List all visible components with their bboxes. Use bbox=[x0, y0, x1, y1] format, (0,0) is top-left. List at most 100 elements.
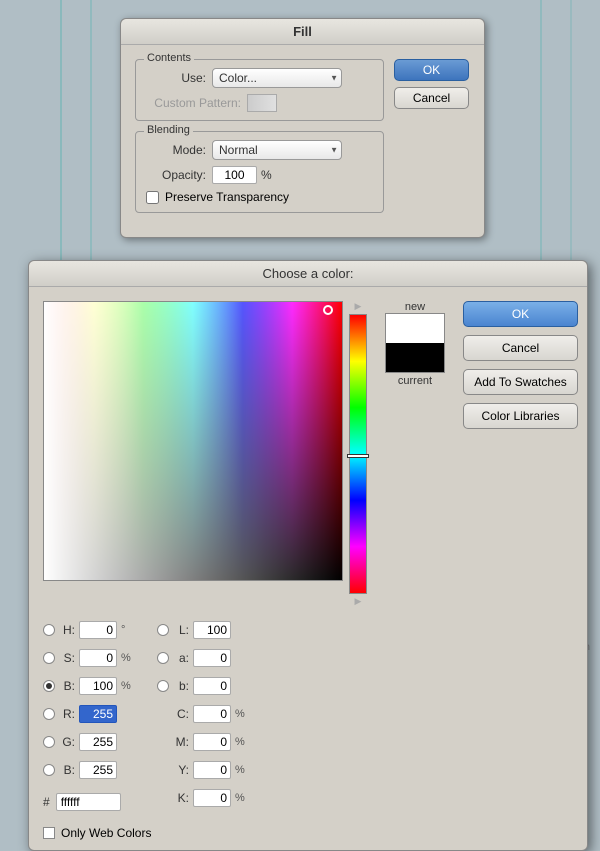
fill-cancel-button[interactable]: Cancel bbox=[394, 87, 469, 109]
s-input[interactable] bbox=[79, 649, 117, 667]
spectrum-area[interactable] bbox=[43, 301, 343, 581]
s-radio[interactable] bbox=[43, 652, 55, 664]
spectrum-overlay bbox=[44, 302, 342, 580]
b3-radio[interactable] bbox=[157, 680, 169, 692]
color-cancel-button[interactable]: Cancel bbox=[463, 335, 578, 361]
hex-row: # bbox=[43, 793, 133, 811]
b2-input[interactable] bbox=[79, 761, 117, 779]
h-label: H: bbox=[59, 623, 75, 637]
opacity-unit: % bbox=[261, 168, 272, 182]
b2-label: B: bbox=[59, 763, 75, 777]
preview-new bbox=[386, 314, 444, 343]
b-row: B: % bbox=[43, 677, 133, 695]
only-web-colors-label: Only Web Colors bbox=[61, 826, 151, 840]
b-input[interactable] bbox=[79, 677, 117, 695]
g-input[interactable] bbox=[79, 733, 117, 751]
m-label: M: bbox=[173, 735, 189, 749]
b-label: B: bbox=[59, 679, 75, 693]
y-input[interactable] bbox=[193, 761, 231, 779]
s-label: S: bbox=[59, 651, 75, 665]
h-radio[interactable] bbox=[43, 624, 55, 636]
opacity-input[interactable] bbox=[212, 166, 257, 184]
g-label: G: bbox=[59, 735, 75, 749]
hue-arrow-top: ▶ bbox=[349, 301, 367, 312]
new-label: new bbox=[405, 301, 425, 313]
mode-label: Mode: bbox=[146, 143, 206, 157]
r-radio[interactable] bbox=[43, 708, 55, 720]
opacity-label: Opacity: bbox=[146, 168, 206, 182]
r-input[interactable] bbox=[79, 705, 117, 723]
b-unit: % bbox=[121, 680, 133, 692]
m-row: M: % bbox=[157, 733, 247, 751]
add-to-swatches-button[interactable]: Add To Swatches bbox=[463, 369, 578, 395]
m-input[interactable] bbox=[193, 733, 231, 751]
preserve-transparency-checkbox[interactable] bbox=[146, 191, 159, 204]
hue-slider-area: ▶ ▶ bbox=[349, 301, 367, 607]
c-row: C: % bbox=[157, 705, 247, 723]
use-select-wrapper: Color... ▼ bbox=[212, 68, 342, 88]
mode-select-wrapper: Normal ▼ bbox=[212, 140, 342, 160]
b3-label: b: bbox=[173, 679, 189, 693]
contents-label: Contents bbox=[144, 52, 194, 64]
hue-arrow-bottom: ▶ bbox=[349, 596, 367, 607]
color-preview-box bbox=[385, 313, 445, 373]
a-input[interactable] bbox=[193, 649, 231, 667]
color-libraries-button[interactable]: Color Libraries bbox=[463, 403, 578, 429]
fill-ok-button[interactable]: OK bbox=[394, 59, 469, 81]
spectrum-canvas[interactable] bbox=[43, 301, 343, 581]
b2-radio[interactable] bbox=[43, 764, 55, 776]
hsb-rgb-fields: H: ° S: % B: % R: bbox=[43, 621, 133, 812]
blending-label: Blending bbox=[144, 124, 193, 136]
use-select[interactable]: Color... bbox=[212, 68, 342, 88]
use-label: Use: bbox=[146, 71, 206, 85]
contents-group: Contents Use: Color... ▼ Custom Pattern: bbox=[135, 59, 384, 121]
k-unit: % bbox=[235, 792, 247, 804]
hue-cursor bbox=[347, 454, 369, 458]
r-label: R: bbox=[59, 707, 75, 721]
y-label: Y: bbox=[173, 763, 189, 777]
l-radio[interactable] bbox=[157, 624, 169, 636]
pattern-preview bbox=[247, 94, 277, 112]
color-buttons: OK Cancel Add To Swatches Color Librarie… bbox=[463, 301, 578, 607]
k-input[interactable] bbox=[193, 789, 231, 807]
b2-row: B: bbox=[43, 761, 133, 779]
y-row: Y: % bbox=[157, 761, 247, 779]
preview-current bbox=[386, 343, 444, 372]
l-input[interactable] bbox=[193, 621, 231, 639]
color-ok-button[interactable]: OK bbox=[463, 301, 578, 327]
c-input[interactable] bbox=[193, 705, 231, 723]
h-input[interactable] bbox=[79, 621, 117, 639]
s-unit: % bbox=[121, 652, 133, 664]
fill-dialog: Fill Contents Use: Color... ▼ Custom Pat… bbox=[120, 18, 485, 238]
hue-slider[interactable] bbox=[349, 314, 367, 594]
g-radio[interactable] bbox=[43, 736, 55, 748]
only-web-colors-checkbox[interactable] bbox=[43, 827, 55, 839]
color-dialog-title: Choose a color: bbox=[262, 266, 353, 281]
color-bottom-bar: Only Web Colors bbox=[29, 820, 587, 850]
spectrum-section: ▶ ▶ bbox=[43, 301, 367, 607]
fill-dialog-title: Fill bbox=[293, 24, 312, 39]
k-label: K: bbox=[173, 791, 189, 805]
blending-group: Blending Mode: Normal ▼ Opacity: % bbox=[135, 131, 384, 213]
mode-select[interactable]: Normal bbox=[212, 140, 342, 160]
hex-input[interactable] bbox=[56, 793, 121, 811]
c-unit: % bbox=[235, 708, 247, 720]
b-radio[interactable] bbox=[43, 680, 55, 692]
l-label: L: bbox=[173, 623, 189, 637]
y-unit: % bbox=[235, 764, 247, 776]
m-unit: % bbox=[235, 736, 247, 748]
color-dialog-titlebar: Choose a color: bbox=[29, 261, 587, 287]
hex-label: # bbox=[43, 795, 50, 809]
l-row: L: bbox=[157, 621, 247, 639]
s-row: S: % bbox=[43, 649, 133, 667]
b3-input[interactable] bbox=[193, 677, 231, 695]
b3-row: b: bbox=[157, 677, 247, 695]
a-row: a: bbox=[157, 649, 247, 667]
a-label: a: bbox=[173, 651, 189, 665]
a-radio[interactable] bbox=[157, 652, 169, 664]
lab-cmyk-fields: L: a: b: C: % bbox=[157, 621, 247, 812]
current-label: current bbox=[398, 375, 432, 387]
h-unit: ° bbox=[121, 624, 133, 636]
custom-pattern-label: Custom Pattern: bbox=[146, 96, 241, 110]
color-preview-section: new current bbox=[379, 301, 451, 607]
